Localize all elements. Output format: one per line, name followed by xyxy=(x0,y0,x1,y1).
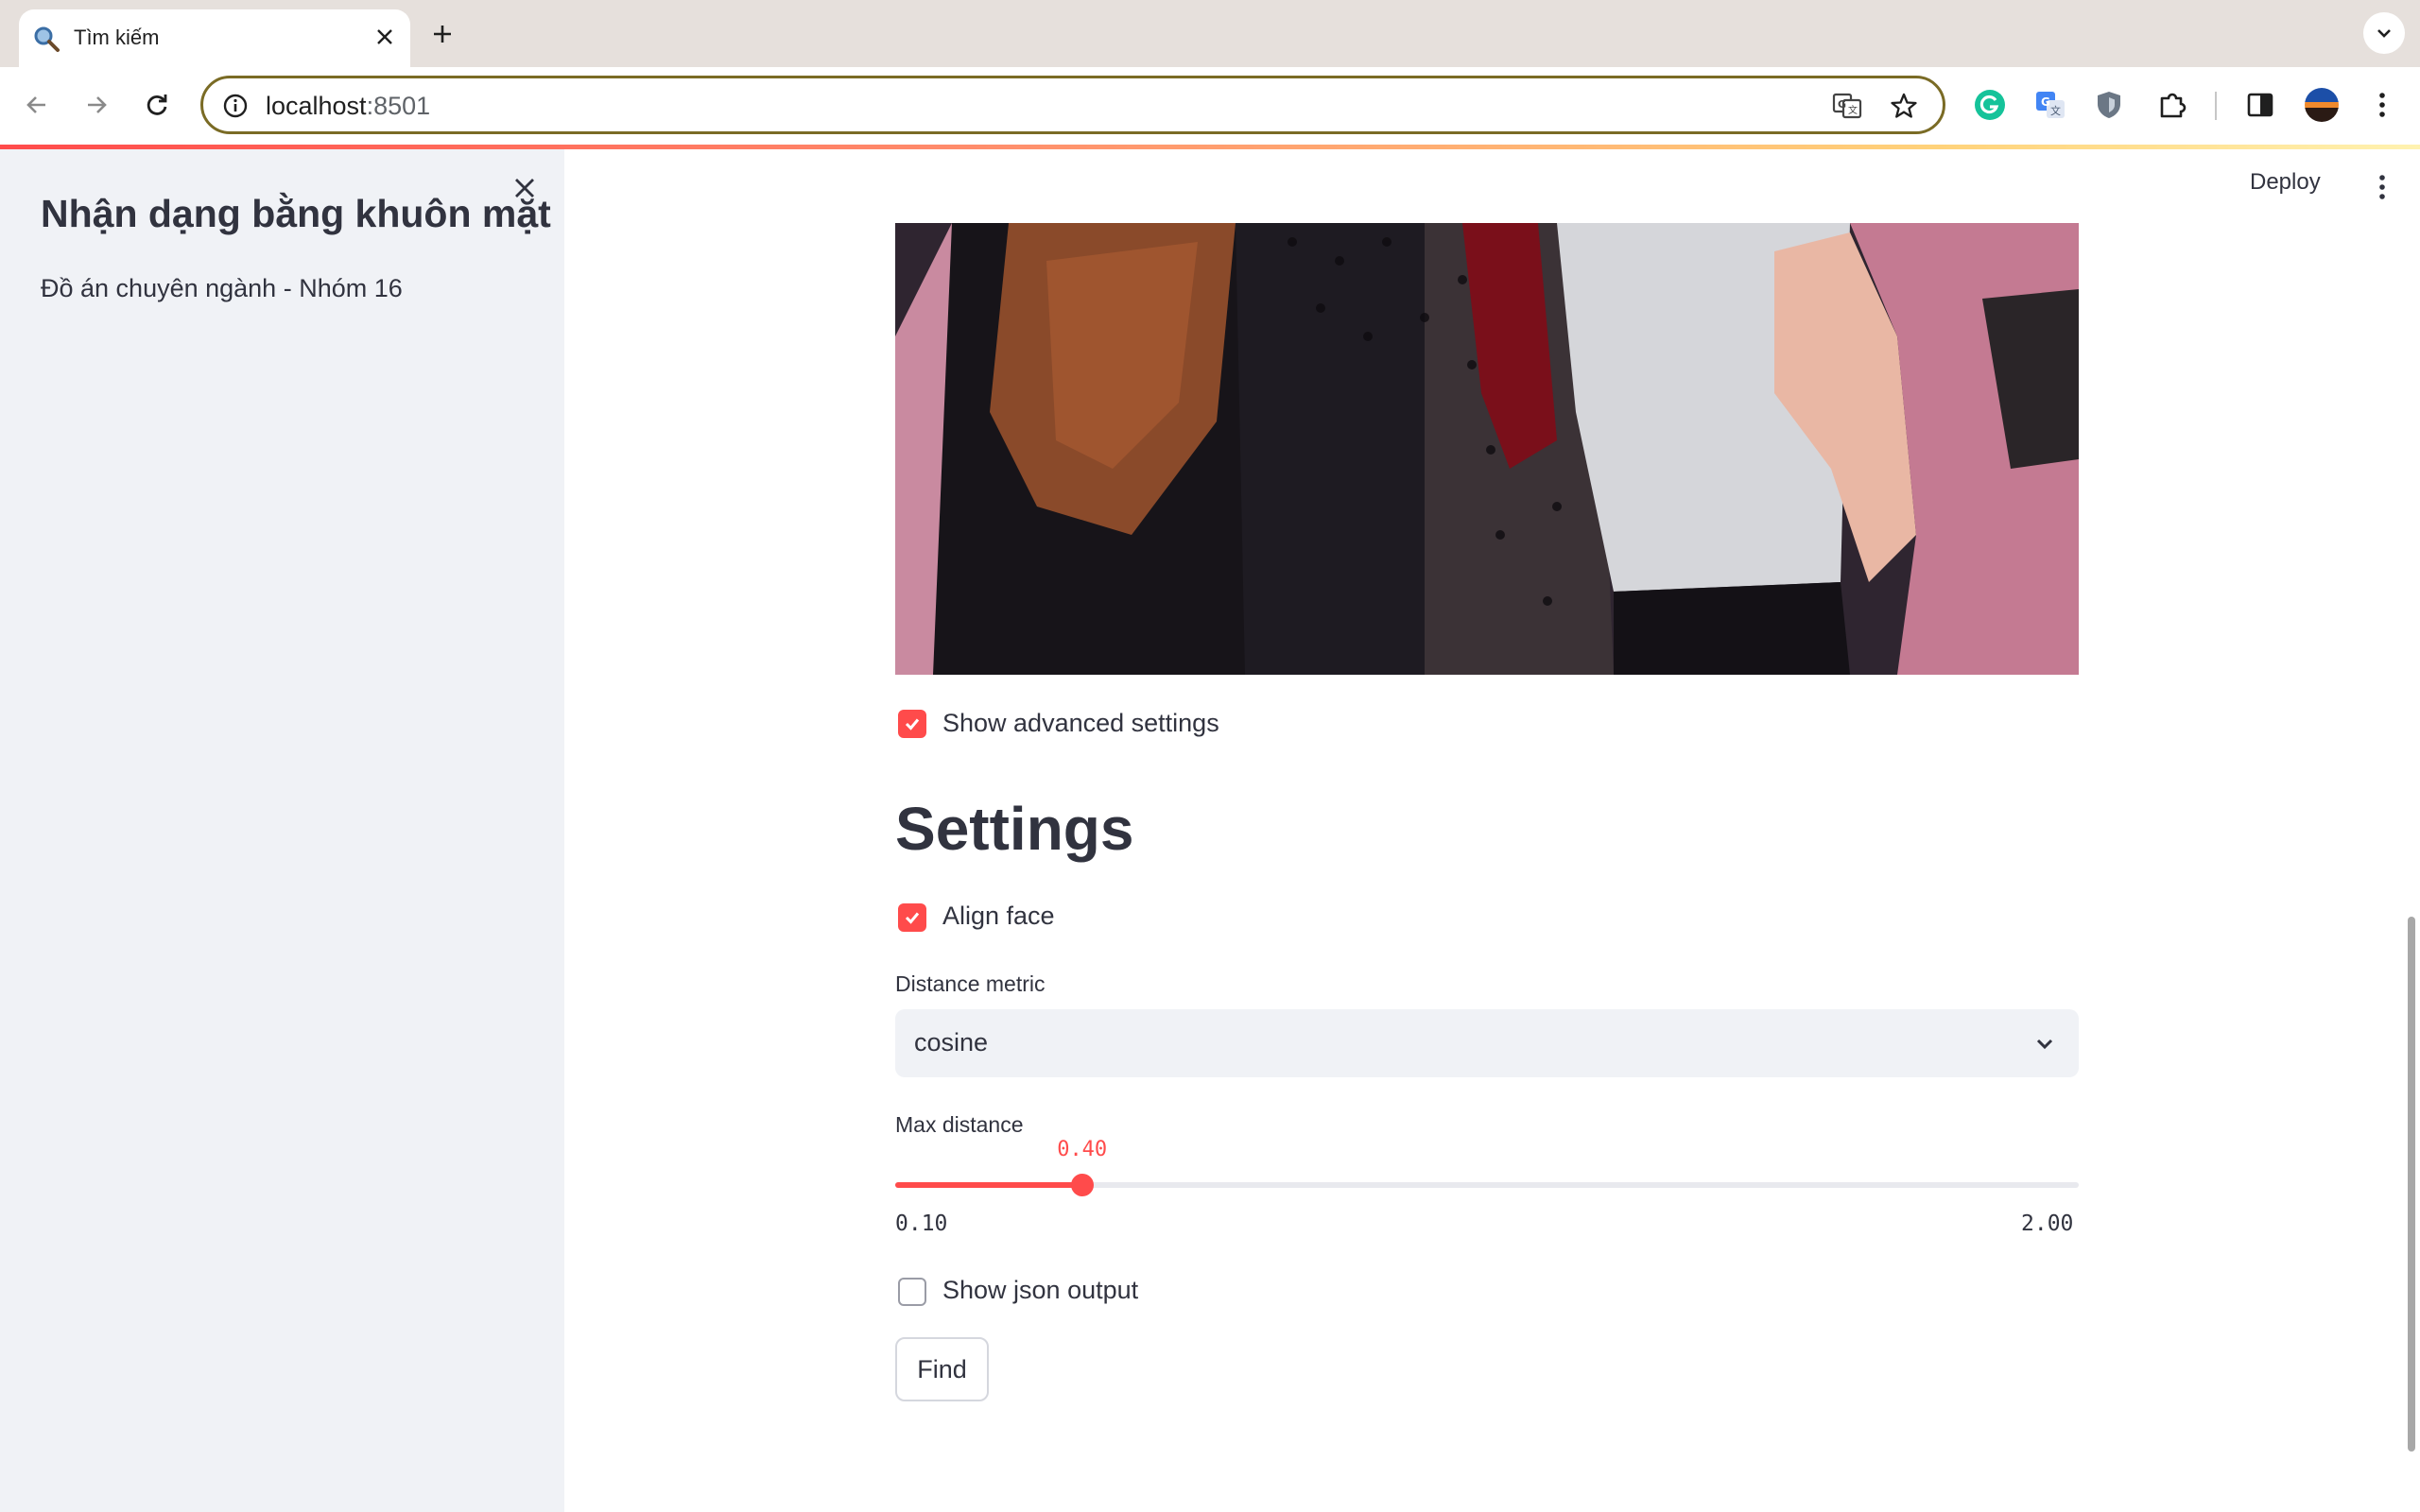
plus-icon[interactable] xyxy=(424,16,460,52)
chevron-down-icon[interactable] xyxy=(2363,12,2405,54)
close-icon[interactable] xyxy=(369,21,401,53)
show-json-label[interactable]: Show json output xyxy=(942,1276,1138,1305)
reload-icon[interactable] xyxy=(135,83,179,127)
sidebar xyxy=(0,149,564,1512)
uploaded-image xyxy=(895,223,2079,675)
tab-title: Tìm kiếm xyxy=(74,26,160,49)
slider-thumb[interactable] xyxy=(1070,1174,1094,1196)
align-face-checkbox[interactable] xyxy=(898,903,926,932)
sidebar-title: Nhận dạng bằng khuôn mặt xyxy=(41,192,551,235)
browser-tab-strip: Tìm kiếm xyxy=(0,0,2420,67)
kebab-icon[interactable] xyxy=(2368,168,2396,206)
info-icon[interactable] xyxy=(222,93,249,119)
svg-text:文: 文 xyxy=(1848,104,1858,116)
browser-toolbar: localhost:8501 G文 G文 xyxy=(0,67,2420,146)
show-json-checkbox[interactable] xyxy=(898,1278,926,1306)
browser-tab[interactable]: Tìm kiếm xyxy=(19,9,410,67)
distance-metric-value: cosine xyxy=(914,1028,989,1057)
svg-text:G: G xyxy=(2041,95,2050,109)
puzzle-icon[interactable] xyxy=(2152,85,2192,125)
deploy-button[interactable]: Deploy xyxy=(2250,169,2321,196)
distance-metric-select[interactable]: cosine xyxy=(895,1009,2079,1077)
chevron-down-icon xyxy=(2031,1030,2058,1057)
show-advanced-checkbox[interactable] xyxy=(898,710,926,738)
slider-min-label: 0.10 xyxy=(895,1211,948,1236)
slider-current-value: 0.40 xyxy=(1057,1138,1108,1161)
url-port: :8501 xyxy=(366,92,431,120)
slider-max-label: 2.00 xyxy=(2021,1211,2074,1236)
grammarly-icon[interactable] xyxy=(1970,85,2010,125)
svg-text:G: G xyxy=(1838,98,1846,111)
side-panel-icon[interactable] xyxy=(2240,85,2280,125)
find-button[interactable]: Find xyxy=(895,1337,989,1401)
search-icon xyxy=(32,25,60,53)
shield-icon[interactable] xyxy=(2089,85,2129,125)
slider-fill xyxy=(895,1182,1082,1188)
kebab-icon[interactable] xyxy=(2362,85,2402,125)
url-text: localhost:8501 xyxy=(266,92,430,121)
scrollbar[interactable] xyxy=(2408,917,2415,1452)
svg-text:文: 文 xyxy=(2050,104,2061,117)
align-face-label[interactable]: Align face xyxy=(942,902,1055,931)
max-distance-slider[interactable]: 0.40 xyxy=(895,1138,2079,1196)
back-icon[interactable] xyxy=(15,83,59,127)
forward-icon[interactable] xyxy=(75,83,118,127)
show-advanced-label[interactable]: Show advanced settings xyxy=(942,709,1219,738)
max-distance-label: Max distance xyxy=(895,1112,1024,1137)
toolbar-divider xyxy=(2215,92,2217,120)
settings-heading: Settings xyxy=(895,795,1134,863)
url-host: localhost xyxy=(266,92,367,120)
distance-metric-label: Distance metric xyxy=(895,971,1046,996)
translate-icon[interactable]: G文 xyxy=(1831,90,1863,122)
sidebar-subtitle: Đồ án chuyên ngành - Nhóm 16 xyxy=(41,274,403,302)
star-icon[interactable] xyxy=(1888,90,1920,122)
google-translate-icon[interactable]: G文 xyxy=(2031,85,2070,125)
address-bar[interactable]: localhost:8501 G文 xyxy=(200,76,1945,134)
avatar[interactable] xyxy=(2302,85,2342,125)
